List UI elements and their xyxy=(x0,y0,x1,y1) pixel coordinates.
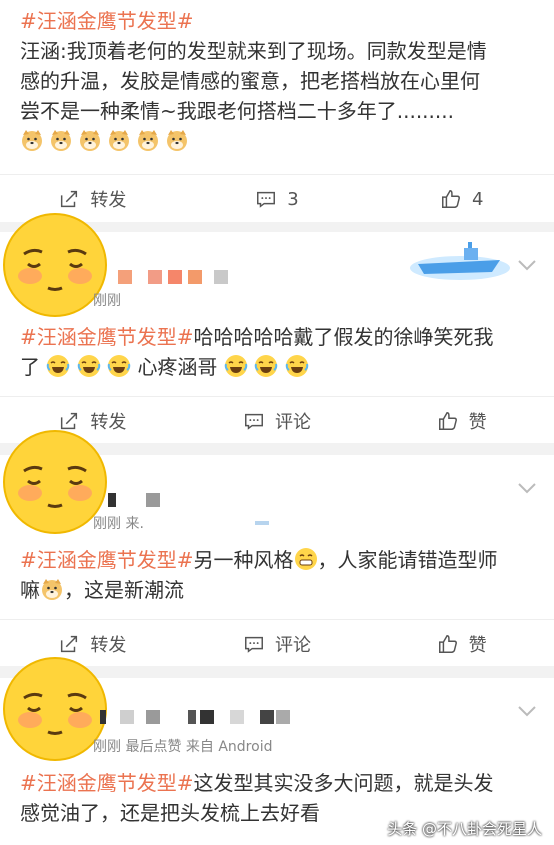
weibo-post: 刚刚 #汪涵金鹰节发型#哈哈哈哈哈戴了假发的徐峥笑死我 了 心疼涵哥 转发 评论… xyxy=(0,232,554,443)
post-text: #汪涵金鹰节发型#哈哈哈哈哈戴了假发的徐峥笑死我 了 心疼涵哥 xyxy=(0,322,514,382)
post-line: 哈哈哈哈哈戴了假发的徐峥笑死我 xyxy=(193,325,494,349)
repost-icon xyxy=(58,188,80,210)
doge-emoji-icon xyxy=(49,128,73,152)
doge-emoji-icon xyxy=(107,128,131,152)
like-label: 赞 xyxy=(468,635,487,656)
post-time: 刚刚 xyxy=(93,293,121,309)
comment-button[interactable]: 3 xyxy=(185,188,370,210)
comment-count: 3 xyxy=(287,188,299,210)
post-line: ，人家能请错造型师 xyxy=(317,548,498,572)
comment-label: 评论 xyxy=(275,412,311,433)
laughing-emoji-icon xyxy=(107,354,131,378)
post-time: 刚刚 来. xyxy=(93,516,144,532)
source-obscured xyxy=(255,521,269,525)
repost-button[interactable]: 转发 xyxy=(0,631,185,657)
like-button[interactable]: 4 xyxy=(369,188,554,210)
comment-icon xyxy=(243,410,265,432)
like-icon xyxy=(437,633,459,655)
like-button[interactable]: 赞 xyxy=(369,408,554,434)
post-line: 心疼涵哥 xyxy=(137,355,218,379)
post-line: 感觉油了，还是把头发梳上去好看 xyxy=(20,801,320,825)
doge-emoji-icon xyxy=(20,128,44,152)
comment-icon xyxy=(243,633,265,655)
post-time: 刚刚 最后点赞 来自 Android xyxy=(93,739,273,755)
repost-button[interactable]: 转发 xyxy=(0,186,185,212)
topic-link[interactable]: #汪涵金鹰节发型# xyxy=(20,771,194,795)
laughing-emoji-icon xyxy=(224,354,248,378)
watermark: 头条 @不八卦会死星人 xyxy=(387,820,542,838)
post-line: 感的升温，发胶是情感的蜜意，把老搭档放在心里何 xyxy=(20,69,480,93)
laughing-emoji-icon xyxy=(77,354,101,378)
post-line: ，这是新潮流 xyxy=(64,578,184,602)
repost-label: 转发 xyxy=(90,635,127,656)
username-obscured[interactable] xyxy=(100,710,290,724)
repost-icon xyxy=(58,633,80,655)
grinning-emoji-icon xyxy=(294,547,318,571)
like-count: 4 xyxy=(471,188,484,210)
post-line: 另一种风格 xyxy=(193,548,294,572)
username-obscured[interactable] xyxy=(108,493,168,507)
chevron-down-icon[interactable] xyxy=(516,704,538,718)
weibo-post: #汪涵金鹰节发型# 汪涵:我顶着老何的发型就来到了现场。同款发型是情 感的升温，… xyxy=(0,0,554,222)
topic-link[interactable]: #汪涵金鹰节发型# xyxy=(20,325,194,349)
post-line: 尝不是一种柔情~我跟老何搭档二十多年了......... xyxy=(20,99,454,123)
laughing-emoji-icon xyxy=(285,354,309,378)
post-line: 了 xyxy=(20,355,40,379)
like-icon xyxy=(437,410,459,432)
like-icon xyxy=(440,188,462,210)
like-button[interactable]: 赞 xyxy=(369,631,554,657)
like-label: 赞 xyxy=(468,412,487,433)
topic-link[interactable]: #汪涵金鹰节发型# xyxy=(20,9,194,33)
comment-icon xyxy=(255,188,277,210)
post-text: #汪涵金鹰节发型# 汪涵:我顶着老何的发型就来到了现场。同款发型是情 感的升温，… xyxy=(0,0,554,126)
comment-button[interactable]: 评论 xyxy=(185,408,370,434)
repost-label: 转发 xyxy=(90,190,127,211)
comment-label: 评论 xyxy=(275,635,311,656)
post-text: #汪涵金鹰节发型#另一种风格 ，人家能请错造型师 嘛 ，这是新潮流 xyxy=(0,545,518,605)
chevron-down-icon[interactable] xyxy=(516,258,538,272)
doge-emoji-icon xyxy=(165,128,189,152)
username-obscured[interactable] xyxy=(118,270,228,284)
doge-emoji-icon xyxy=(136,128,160,152)
laughing-emoji-icon xyxy=(46,354,70,378)
weibo-post: 刚刚 来. #汪涵金鹰节发型#另一种风格 ，人家能请错造型师 嘛 ，这是新潮流 转发… xyxy=(0,455,554,666)
post-line: 嘛 xyxy=(20,578,40,602)
doge-emoji-icon xyxy=(40,577,64,601)
emoji-row xyxy=(0,126,554,154)
comment-button[interactable]: 评论 xyxy=(185,631,370,657)
chevron-down-icon[interactable] xyxy=(516,481,538,495)
doge-emoji-icon xyxy=(78,128,102,152)
laughing-emoji-icon xyxy=(254,354,278,378)
post-line: 这发型其实没多大问题，就是头发 xyxy=(193,771,494,795)
topic-link[interactable]: #汪涵金鹰节发型# xyxy=(20,548,194,572)
post-line: 汪涵:我顶着老何的发型就来到了现场。同款发型是情 xyxy=(20,39,487,63)
ship-badge-icon xyxy=(410,242,510,280)
